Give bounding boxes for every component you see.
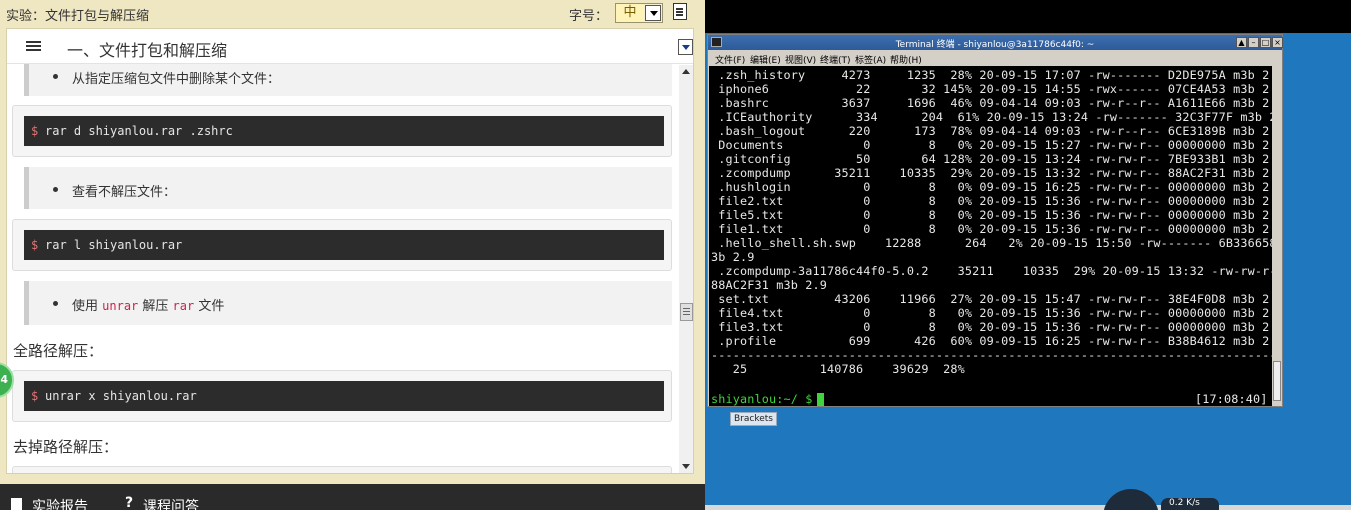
terminal-line: .hello_shell.sh.swp 12288 264 2% 20-09-1… <box>711 236 1272 250</box>
bullet-icon <box>53 74 58 79</box>
remote-desktop: Terminal 终端 - shiyanlou@3a11786c44f0: ~ … <box>705 0 1351 510</box>
tray-widget[interactable] <box>1103 489 1159 510</box>
lab-topbar: 实验：文件打包与解压缩 字号： 中 <box>0 0 705 27</box>
terminal-line: file5.txt 0 8 0% 20-09-15 15:36 -rw-rw-r… <box>711 208 1272 222</box>
code-block <box>12 466 672 473</box>
brackets-desktop-label[interactable]: Brackets <box>730 412 777 426</box>
bullet-text-part: 解压 <box>138 299 173 314</box>
terminal-line: .bash_logout 220 173 78% 09-04-14 09:03 … <box>711 124 1272 138</box>
taskbar <box>705 505 1351 510</box>
terminal-prompt: shiyanlou:~/ $ <box>711 392 820 406</box>
menu-terminal[interactable]: 终端(T) <box>820 53 851 66</box>
report-icon[interactable] <box>11 498 22 510</box>
code-line[interactable]: $ unrar x shiyanlou.rar <box>24 381 664 411</box>
menu-file[interactable]: 文件(F) <box>715 53 745 66</box>
terminal-line: .bashrc 3637 1696 46% 09-04-14 09:03 -rw… <box>711 96 1272 110</box>
list-item: 从指定压缩包文件中删除某个文件： <box>24 64 672 96</box>
terminal-line: .hushlogin 0 8 0% 09-09-15 16:25 -rw-rw-… <box>711 180 1272 194</box>
terminal-line: .zcompdump 35211 10335 29% 20-09-15 13:3… <box>711 166 1272 180</box>
terminal-titlebar[interactable]: Terminal 终端 - shiyanlou@3a11786c44f0: ~ … <box>708 35 1283 50</box>
bullet-icon <box>53 301 58 306</box>
font-size-select[interactable]: 中 <box>615 3 663 23</box>
network-speed: 0.2 K/s <box>1161 498 1219 510</box>
document-icon[interactable] <box>673 3 687 20</box>
list-item: 使用 unrar 解压 rar 文件 <box>24 281 672 325</box>
terminal-line: .zsh_history 4273 1235 28% 20-09-15 17:0… <box>711 68 1272 82</box>
scroll-thumb[interactable] <box>680 303 693 321</box>
lab-content: 一、文件打包和解压缩 从指定压缩包文件中删除某个文件： $ rar d shiy… <box>6 28 694 474</box>
terminal-screen[interactable]: .zsh_history 4273 1235 28% 20-09-15 17:0… <box>709 66 1272 406</box>
terminal-line: .profile 699 426 60% 09-09-15 16:25 -rw-… <box>711 334 1272 348</box>
terminal-line: .gitconfig 50 64 128% 20-09-15 13:24 -rw… <box>711 152 1272 166</box>
code-block: $ rar l shiyanlou.rar <box>12 219 672 271</box>
terminal-line: .zcompdump-3a11786c44f0-5.0.2 35211 1033… <box>711 264 1272 278</box>
shade-button[interactable]: ▲ <box>1236 37 1247 48</box>
content-scrollbar[interactable] <box>679 65 693 473</box>
code-line[interactable]: $ rar l shiyanlou.rar <box>24 230 664 260</box>
maximize-button[interactable]: □ <box>1260 37 1271 48</box>
menu-edit[interactable]: 编辑(E) <box>750 53 781 66</box>
question-icon[interactable]: ? <box>125 495 133 510</box>
section-header: 一、文件打包和解压缩 <box>7 29 693 64</box>
terminal-line: Documents 0 8 0% 20-09-15 15:27 -rw-rw-r… <box>711 138 1272 152</box>
terminal-line: 3b 2.9 <box>711 250 755 264</box>
bullet-text: 使用 unrar 解压 rar 文件 <box>72 295 224 314</box>
terminal-menubar: 文件(F) 编辑(E) 视图(V) 终端(T) 标签(A) 帮助(H) <box>708 51 1282 66</box>
section-title: 一、文件打包和解压缩 <box>67 41 228 60</box>
inline-code: unrar <box>102 299 139 313</box>
list-menu-icon[interactable] <box>26 41 41 52</box>
font-size-label: 字号： <box>569 9 609 24</box>
minimize-button[interactable]: – <box>1248 37 1259 48</box>
terminal-cursor <box>817 393 824 406</box>
report-button[interactable]: 实验报告 <box>32 496 88 510</box>
menu-help[interactable]: 帮助(H) <box>890 53 922 66</box>
terminal-line: ----------------------------------------… <box>711 348 1272 362</box>
bullet-text: 查看不解压文件： <box>72 185 177 200</box>
terminal-line: file2.txt 0 8 0% 20-09-15 15:36 -rw-rw-r… <box>711 194 1272 208</box>
close-button[interactable]: × <box>1272 37 1283 48</box>
menu-view[interactable]: 视图(V) <box>785 53 816 66</box>
terminal-line: file1.txt 0 8 0% 20-09-15 15:36 -rw-rw-r… <box>711 222 1272 236</box>
code-command[interactable]: unrar x shiyanlou.rar <box>45 389 197 403</box>
terminal-line: .ICEauthority 334 204 61% 20-09-15 13:24… <box>711 110 1272 124</box>
terminal-line: 25 140786 39629 28% <box>711 362 965 376</box>
scroll-down-icon[interactable] <box>682 464 690 469</box>
terminal-line: iphone6 22 32 145% 20-09-15 14:55 -rwx--… <box>711 82 1272 96</box>
code-command[interactable]: rar d shiyanlou.rar .zshrc <box>45 124 233 138</box>
terminal-scroll-thumb[interactable] <box>1273 361 1281 401</box>
heading-nopath: 去掉路径解压： <box>13 438 119 456</box>
font-size-value: 中 <box>616 4 644 22</box>
terminal-line: 88AC2F31 m3b 2.9 <box>711 278 828 292</box>
menu-tabs[interactable]: 标签(A) <box>855 53 886 66</box>
code-command[interactable]: rar l shiyanlou.rar <box>45 238 182 252</box>
bullet-icon <box>53 187 58 192</box>
bullet-text: 从指定压缩包文件中删除某个文件： <box>72 72 281 87</box>
desktop-top-strip <box>705 0 1351 33</box>
bullet-text-part: 文件 <box>194 299 225 314</box>
inline-code: rar <box>172 299 195 313</box>
code-prompt: $ <box>31 389 39 403</box>
qa-button[interactable]: 课程问答 <box>143 496 199 510</box>
chevron-down-icon[interactable] <box>645 5 661 21</box>
heading-fullpath: 全路径解压： <box>13 342 104 360</box>
code-prompt: $ <box>31 238 39 252</box>
bottom-bar <box>0 484 705 510</box>
code-line[interactable]: $ rar d shiyanlou.rar .zshrc <box>24 116 664 146</box>
code-block: $ rar d shiyanlou.rar .zshrc <box>12 105 672 157</box>
terminal-window[interactable]: Terminal 终端 - shiyanlou@3a11786c44f0: ~ … <box>707 34 1283 407</box>
terminal-line: set.txt 43206 11966 27% 20-09-15 15:47 -… <box>711 292 1272 306</box>
terminal-line: file4.txt 0 8 0% 20-09-15 15:36 -rw-rw-r… <box>711 306 1272 320</box>
lab-panel: 实验：文件打包与解压缩 字号： 中 一、文件打包和解压缩 从指定压缩包文件中删除… <box>0 0 705 510</box>
terminal-title: Terminal 终端 - shiyanlou@3a11786c44f0: ~ <box>895 40 1095 50</box>
bullet-text-part: 使用 <box>72 299 103 314</box>
terminal-scrollbar[interactable] <box>1272 66 1282 406</box>
terminal-line: file3.txt 0 8 0% 20-09-15 15:36 -rw-rw-r… <box>711 320 1272 334</box>
code-block: $ unrar x shiyanlou.rar <box>12 370 672 422</box>
terminal-clock: [17:08:40] <box>1195 392 1268 406</box>
section-dropdown-button[interactable] <box>678 39 693 55</box>
code-prompt: $ <box>31 124 39 138</box>
list-item: 查看不解压文件： <box>24 167 672 209</box>
lab-title: 实验：文件打包与解压缩 <box>6 9 150 24</box>
scroll-up-icon[interactable] <box>682 69 690 74</box>
